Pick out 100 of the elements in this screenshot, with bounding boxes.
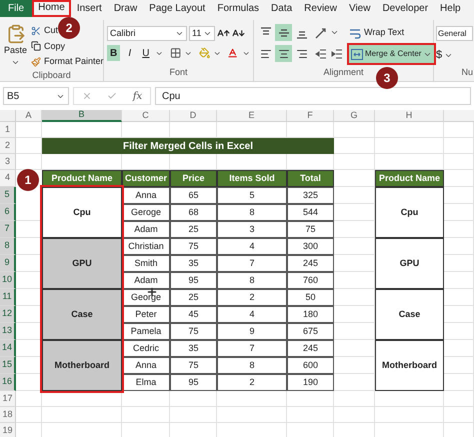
- column-header[interactable]: H: [375, 110, 444, 122]
- merge-cells-icon: [351, 48, 363, 60]
- enter-icon[interactable]: [107, 91, 118, 101]
- empty-cell[interactable]: [334, 407, 375, 423]
- caret-icon: [203, 29, 212, 38]
- horizontal-align-button[interactable]: [275, 45, 292, 62]
- column-header[interactable]: C: [122, 110, 170, 122]
- fill-color-icon[interactable]: [198, 47, 210, 59]
- row-header[interactable]: 10: [0, 272, 16, 289]
- currency-button[interactable]: $: [436, 47, 442, 64]
- row-header[interactable]: 19: [0, 423, 16, 437]
- empty-cell[interactable]: [444, 391, 474, 407]
- copy-button[interactable]: Copy: [31, 40, 104, 53]
- paste-button[interactable]: Paste: [4, 24, 28, 68]
- empty-cell[interactable]: [375, 122, 444, 138]
- insert-function-button[interactable]: fx: [132, 88, 142, 104]
- row-header[interactable]: 15: [0, 357, 16, 374]
- table-cell: 95: [170, 374, 217, 391]
- column-header[interactable]: F: [287, 110, 334, 122]
- row-header[interactable]: 1: [0, 122, 16, 138]
- empty-cell[interactable]: [375, 138, 444, 154]
- empty-cell[interactable]: [444, 122, 474, 138]
- decrease-indent-icon[interactable]: [315, 48, 327, 60]
- row-header[interactable]: 2: [0, 138, 16, 154]
- increase-indent-icon[interactable]: [331, 48, 343, 60]
- table-cell: 4: [217, 306, 287, 323]
- ribbon-tab[interactable]: Data: [265, 0, 298, 17]
- font-color-icon[interactable]: [227, 47, 239, 59]
- table-cell: 50: [287, 289, 334, 306]
- row-header[interactable]: 17: [0, 391, 16, 407]
- bold-button[interactable]: B: [107, 45, 120, 61]
- borders-icon[interactable]: [170, 47, 182, 59]
- empty-cell[interactable]: [42, 407, 122, 423]
- empty-cell[interactable]: [444, 154, 474, 170]
- empty-cell[interactable]: [334, 122, 375, 138]
- align-icon: [260, 48, 272, 60]
- name-box[interactable]: B5: [3, 87, 69, 105]
- merged-product-cell[interactable]: Case: [42, 289, 122, 340]
- row-header[interactable]: 7: [0, 221, 16, 238]
- empty-cell[interactable]: [170, 407, 217, 423]
- italic-button[interactable]: I: [123, 45, 136, 61]
- ribbon-tab[interactable]: Page Layout: [143, 0, 212, 17]
- column-header[interactable]: A: [16, 110, 42, 122]
- empty-cell[interactable]: [122, 407, 170, 423]
- row-header[interactable]: 5: [0, 187, 16, 204]
- table-cell: 190: [287, 374, 334, 391]
- empty-cell[interactable]: [334, 154, 375, 170]
- table-header-cell: Customer: [122, 170, 170, 187]
- table-cell: Anna: [122, 187, 170, 204]
- merge-and-center-button[interactable]: Merge & Center: [349, 45, 434, 63]
- empty-cell[interactable]: [444, 407, 474, 423]
- underline-button[interactable]: U: [139, 45, 152, 61]
- empty-cell[interactable]: [287, 407, 334, 423]
- font-size-dropdown[interactable]: 11: [189, 26, 215, 41]
- ribbon-tab[interactable]: Review: [298, 0, 343, 17]
- row-header[interactable]: 12: [0, 306, 16, 323]
- caret-icon: [175, 29, 184, 38]
- ribbon-tab[interactable]: Home: [32, 0, 71, 17]
- align-icon: [296, 48, 308, 60]
- row-header[interactable]: 16: [0, 374, 16, 391]
- column-header[interactable]: G: [334, 110, 375, 122]
- format-painter-button[interactable]: Format Painter: [31, 55, 104, 68]
- row-header[interactable]: 4: [0, 170, 16, 187]
- merged-product-cell[interactable]: Motherboard: [42, 340, 122, 391]
- table-cell: 75: [287, 221, 334, 238]
- empty-cell[interactable]: [444, 138, 474, 154]
- row-header[interactable]: 14: [0, 340, 16, 357]
- empty-cell[interactable]: [217, 407, 287, 423]
- merged-product-cell[interactable]: GPU: [42, 238, 122, 289]
- wrap-text-button[interactable]: Wrap Text: [349, 24, 434, 41]
- column-header[interactable]: [444, 110, 474, 122]
- row-header[interactable]: 6: [0, 204, 16, 221]
- font-name-dropdown[interactable]: Calibri: [107, 26, 187, 41]
- column-header[interactable]: D: [170, 110, 217, 122]
- row-header[interactable]: 18: [0, 407, 16, 423]
- empty-cell[interactable]: [375, 407, 444, 423]
- column-header[interactable]: E: [217, 110, 287, 122]
- table-cell: 180: [287, 306, 334, 323]
- row-header[interactable]: 8: [0, 238, 16, 255]
- merged-product-cell[interactable]: Cpu: [42, 187, 122, 238]
- cancel-icon[interactable]: [82, 91, 92, 101]
- ribbon-tab[interactable]: Formulas: [211, 0, 266, 17]
- row-header[interactable]: 13: [0, 323, 16, 340]
- number-format-dropdown[interactable]: General: [436, 26, 473, 41]
- table-cell: 75: [170, 238, 217, 255]
- ribbon-tab[interactable]: Insert: [70, 0, 108, 17]
- row-header[interactable]: 11: [0, 289, 16, 306]
- ribbon-tab[interactable]: View: [342, 0, 376, 17]
- vertical-align-button[interactable]: [275, 24, 292, 41]
- ribbon-tab[interactable]: Draw: [108, 0, 144, 17]
- align-icon: [278, 48, 290, 60]
- formula-input[interactable]: Cpu: [155, 87, 471, 105]
- ribbon-tab[interactable]: Help: [434, 0, 467, 17]
- row-header[interactable]: 9: [0, 255, 16, 272]
- select-all-corner[interactable]: [0, 110, 16, 122]
- row-header[interactable]: 3: [0, 154, 16, 170]
- ribbon-tab[interactable]: Developer: [376, 0, 434, 17]
- column-header[interactable]: B: [42, 110, 122, 122]
- empty-cell[interactable]: [334, 391, 375, 407]
- file-menu-tab[interactable]: File: [0, 0, 32, 17]
